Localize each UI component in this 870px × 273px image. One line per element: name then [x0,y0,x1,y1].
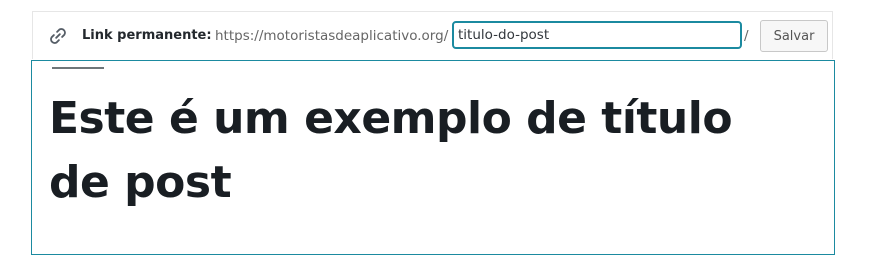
link-icon [47,25,69,47]
title-separator [52,67,104,69]
permalink-label: Link permanente: [82,28,212,43]
post-title-editor[interactable]: Este é um exemplo de título de post [31,60,835,255]
permalink-bar: Link permanente: https://motoristasdeapl… [32,11,833,59]
permalink-base-url[interactable]: https://motoristasdeaplicativo.org/ [215,28,448,44]
slug-trailing-slash: / [744,28,749,44]
post-title[interactable]: Este é um exemplo de título de post [49,87,779,215]
save-button[interactable]: Salvar [760,20,828,52]
slug-input[interactable] [452,21,742,49]
